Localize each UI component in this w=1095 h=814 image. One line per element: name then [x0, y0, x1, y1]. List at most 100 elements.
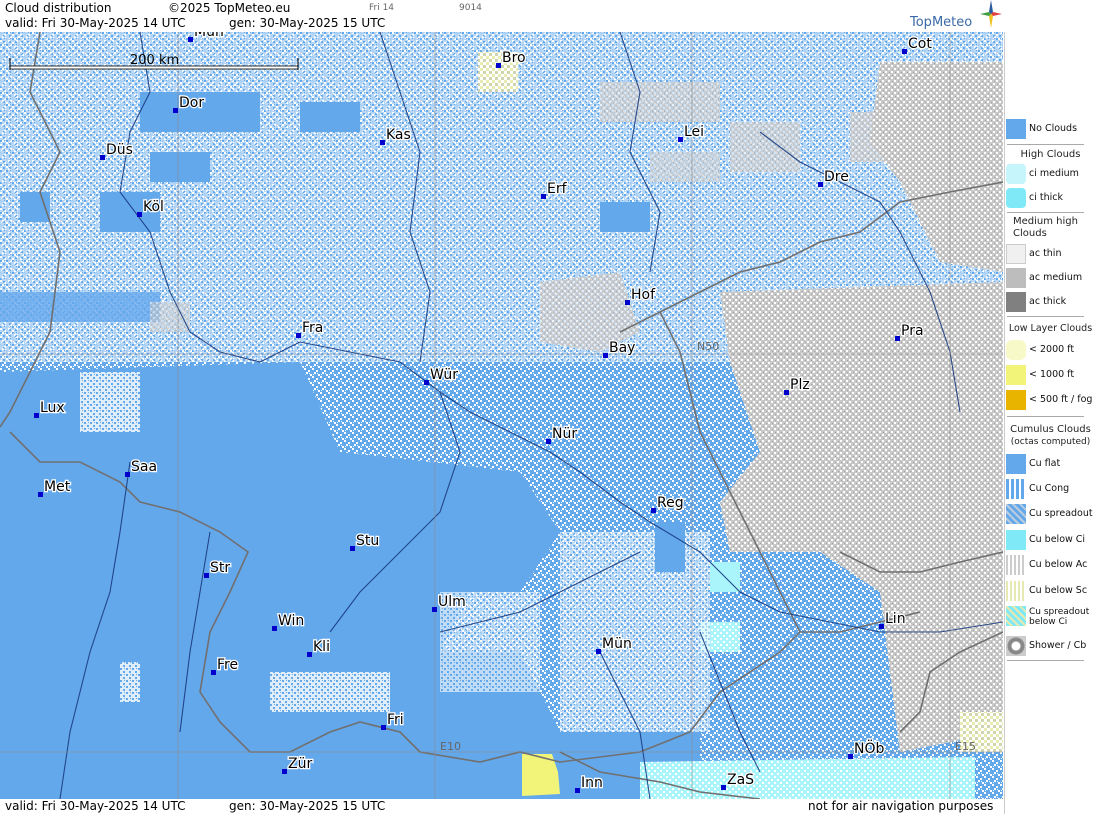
- city-marker: [125, 472, 130, 477]
- ac-thick-swatch: [1006, 292, 1026, 312]
- grid-label-e15: E15: [955, 740, 976, 753]
- legend-ac-thin: ac thin: [1005, 243, 1095, 265]
- city-würz[interactable]: Wür: [424, 366, 459, 385]
- city-label: Dre: [824, 169, 849, 185]
- city-label: Bro: [502, 50, 526, 66]
- city-marker: [546, 439, 551, 444]
- footer-valid-time: valid: Fri 30-May-2025 14 UTC: [5, 799, 186, 813]
- city-label: Zür: [288, 756, 312, 772]
- legend-cu-below-ci: Cu below Ci: [1005, 529, 1095, 551]
- city-label: Dor: [179, 95, 204, 111]
- chart-title: Cloud distribution: [5, 1, 112, 15]
- city-label: Köl: [143, 199, 164, 215]
- legend-cu-subtitle: (octas computed): [1010, 437, 1091, 447]
- no-clouds-patch-s: [655, 522, 685, 572]
- city-marker: [879, 624, 884, 629]
- legend-ac-thick: ac thick: [1005, 291, 1095, 313]
- city-label: Plz: [790, 377, 810, 393]
- valid-time: valid: Fri 30-May-2025 14 UTC: [5, 16, 186, 30]
- legend-cu-flat: Cu flat: [1005, 453, 1095, 475]
- city-marker: [272, 626, 277, 631]
- city-nöb[interactable]: NÖb: [848, 738, 886, 759]
- cu-spread-ci-swatch: [1006, 606, 1026, 626]
- city-label: Erf: [547, 181, 568, 197]
- legend-high-title: High Clouds: [1020, 149, 1081, 160]
- generation-time: gen: 30-May-2025 15 UTC: [229, 16, 386, 30]
- legend-cu-below-ci-label: Cu below Ci: [1029, 534, 1086, 545]
- cu-patch-sw: [270, 672, 390, 712]
- city-label: Ulm: [438, 594, 466, 610]
- city-marker: [296, 333, 301, 338]
- city-marker: [848, 754, 853, 759]
- city-marker: [575, 788, 580, 793]
- lt2000-swatch: [1006, 340, 1026, 360]
- ci-medium-swatch: [1006, 164, 1026, 184]
- legend-cu-spread-ci: Cu spreadout below Ci: [1005, 605, 1095, 631]
- cu-spread-swatch: [1006, 504, 1026, 524]
- city-label: Lux: [40, 400, 65, 416]
- city-label: NÖb: [854, 739, 884, 757]
- city-marker: [350, 546, 355, 551]
- lt500-swatch: [1006, 390, 1026, 410]
- legend-ac-medium: ac medium: [1005, 267, 1095, 289]
- header-bar: Cloud distribution ©2025 TopMeteo.eu Fri…: [0, 0, 1003, 32]
- ac-medium-patch: [650, 152, 720, 182]
- legend-ci-medium: ci medium: [1005, 163, 1095, 185]
- legend-lt500: < 500 ft / fog: [1005, 389, 1095, 411]
- legend-cu-cong: Cu Cong: [1005, 478, 1095, 500]
- city-label: Lei: [684, 124, 704, 140]
- city-marker: [651, 508, 656, 513]
- ac-medium-patch: [150, 302, 190, 332]
- footer-generation-time: gen: 30-May-2025 15 UTC: [229, 799, 386, 813]
- city-label: Kli: [313, 639, 330, 655]
- legend-lt1000-label: < 1000 ft: [1029, 369, 1075, 380]
- city-label: Inn: [581, 775, 603, 791]
- cu-patch-sw: [120, 662, 140, 702]
- city-mün2[interactable]: Mün: [596, 635, 633, 654]
- legend-shower-label: Shower / Cb: [1029, 640, 1087, 651]
- legend-lt1000: < 1000 ft: [1005, 364, 1095, 386]
- cloud-map[interactable]: N50 E10 E15 200 km Mün Bro Cot Dor Kas Lei Düs…: [0, 32, 1003, 799]
- day-tag: Fri 14: [369, 3, 395, 13]
- legend-ac-thin-label: ac thin: [1029, 248, 1062, 259]
- lt1000-swatch: [1006, 365, 1026, 385]
- city-marker: [38, 492, 43, 497]
- city-label: Str: [210, 560, 230, 576]
- cu-below-ac-swatch: [1006, 555, 1026, 575]
- city-marker: [173, 108, 178, 113]
- no-clouds-patch: [0, 292, 160, 322]
- legend-cu-spread-label: Cu spreadout: [1029, 508, 1093, 519]
- logo-text: TopMeteo: [910, 15, 973, 30]
- city-label: Reg: [657, 495, 684, 511]
- legend-ci-thick-label: ci thick: [1029, 192, 1063, 203]
- legend-cu-below-ac: Cu below Ac: [1005, 554, 1095, 576]
- cu-patch-s: [560, 532, 710, 732]
- city-label: ZaS: [727, 772, 754, 788]
- city-label: Mün: [194, 32, 224, 40]
- legend-ci-thick: ci thick: [1005, 187, 1095, 209]
- city-ulm[interactable]: Ulm: [432, 593, 467, 612]
- city-label: Fra: [302, 320, 323, 336]
- city-marker: [188, 37, 193, 42]
- city-label: Wür: [430, 367, 458, 383]
- ac-medium-patch: [850, 112, 890, 162]
- cu-below-ci-swatch: [1006, 530, 1026, 550]
- cu-cong-swatch: [1006, 479, 1026, 499]
- city-marker: [204, 573, 209, 578]
- city-label: Hof: [631, 287, 656, 303]
- city-marker: [137, 212, 142, 217]
- city-marker: [432, 607, 437, 612]
- city-marker: [211, 670, 216, 675]
- city-label: Düs: [106, 142, 133, 158]
- topmeteo-logo[interactable]: TopMeteo: [908, 0, 1003, 32]
- city-marker: [818, 182, 823, 187]
- city-label: Met: [44, 479, 71, 495]
- city-label: Stu: [356, 533, 379, 549]
- city-marker: [541, 194, 546, 199]
- city-marker: [895, 336, 900, 341]
- grid-label-e10: E10: [440, 740, 461, 753]
- city-label: Mün: [602, 636, 632, 652]
- city-marker: [496, 63, 501, 68]
- legend-cu-below-sc: Cu below Sc: [1005, 580, 1095, 602]
- no-clouds-patch: [600, 202, 650, 232]
